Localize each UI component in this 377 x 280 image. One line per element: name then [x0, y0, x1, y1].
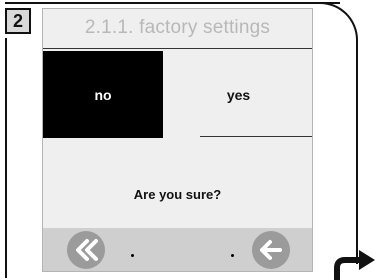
frame-top-border	[5, 2, 340, 4]
title-divider	[43, 48, 312, 49]
option-no-label: no	[94, 86, 112, 103]
double-back-button[interactable]	[67, 231, 105, 269]
device-screen: 2.1.1. factory settings no yes Are you s…	[42, 8, 313, 272]
frame-left-border	[5, 38, 7, 278]
option-no-button[interactable]: no	[43, 51, 163, 138]
option-yes-label: yes	[226, 86, 251, 103]
indicator-dot	[231, 254, 234, 257]
double-chevron-left-icon	[76, 239, 98, 261]
frame-right-border	[356, 40, 358, 264]
bottom-nav-bar	[43, 228, 312, 271]
screen-title: 2.1.1. factory settings	[84, 17, 271, 38]
back-button[interactable]	[252, 231, 290, 269]
arrow-left-icon	[260, 240, 282, 260]
indicator-dot	[131, 254, 134, 257]
option-divider	[200, 136, 312, 137]
turn-right-arrow-icon	[334, 250, 375, 280]
frame-rounded-corner	[318, 2, 358, 264]
option-yes-button[interactable]: yes	[163, 51, 312, 138]
confirmation-question: Are you sure?	[133, 187, 222, 202]
step-number-badge: 2	[5, 8, 31, 34]
